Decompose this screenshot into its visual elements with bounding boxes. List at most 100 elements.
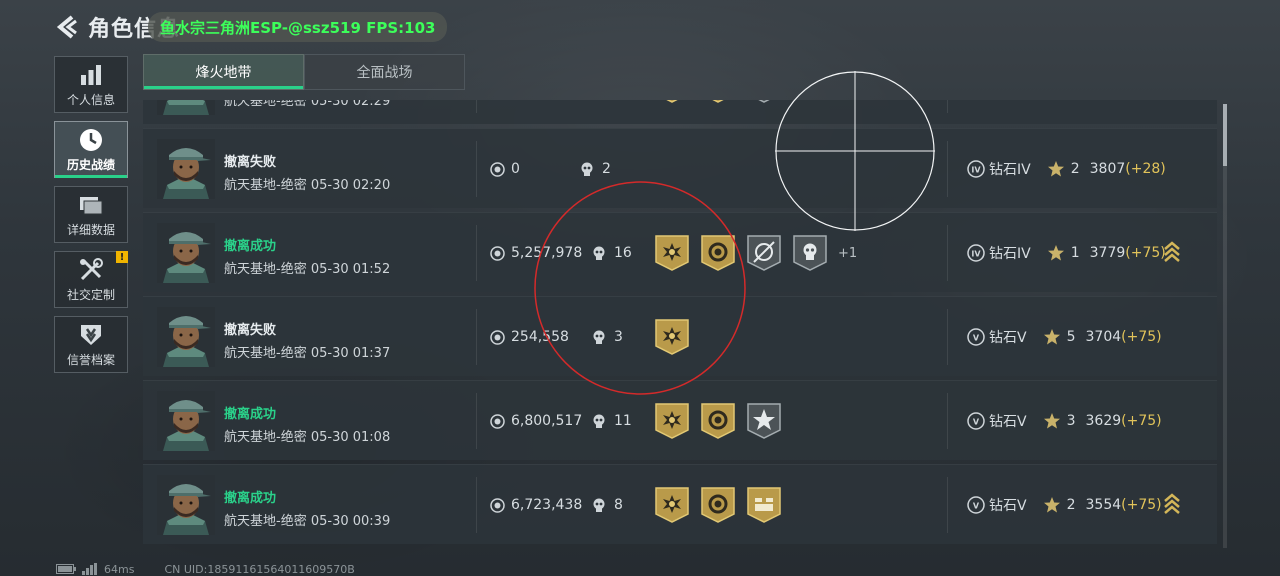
avatar	[157, 223, 215, 283]
gold-crate-medal-icon[interactable]	[746, 486, 782, 524]
map-and-time: 航天基地-绝密 05-30 00:39	[224, 510, 390, 529]
kills-number: 3	[614, 329, 623, 345]
row-divider	[476, 477, 477, 533]
row-divider	[476, 309, 477, 365]
gold-ring-medal-icon[interactable]	[700, 100, 736, 104]
nav-item-social-custom[interactable]: ! 社交定制	[54, 251, 128, 308]
uid-text: CN UID:18591161564011609570B	[164, 562, 355, 576]
tab-hazard-ops[interactable]: 烽火地带	[143, 54, 304, 90]
loot-value: 4,467,270	[490, 100, 582, 125]
nav-item-credit-record[interactable]: 信誉档案	[54, 316, 128, 373]
match-time: 05-30 02:20	[310, 178, 391, 193]
nav-item-detailed-data[interactable]: 详细数据	[54, 186, 128, 243]
gold-ring-medal-icon[interactable]	[700, 402, 736, 440]
status-footer: 64ms CN UID:18591161564011609570B	[56, 562, 355, 576]
kill-count: 16	[592, 213, 632, 293]
medal-list: +1	[654, 233, 857, 273]
map-name: 航天基地-绝密	[224, 346, 307, 361]
medal-list	[654, 485, 792, 525]
nav-item-match-history[interactable]: 历史战绩	[54, 121, 128, 178]
rank-name: 钻石IV	[989, 246, 1031, 262]
kills-number: 16	[614, 245, 632, 261]
signal-icon	[82, 563, 97, 575]
gold-burst-medal-icon[interactable]	[654, 486, 690, 524]
match-row[interactable]: 撤离失败 航天基地-绝密 05-30 02:20 0 2 IV 钻石IV 2 3…	[143, 128, 1217, 208]
gold-burst-medal-icon[interactable]	[654, 100, 690, 104]
nav-label: 个人信息	[66, 92, 115, 107]
loot-amount: 6,800,517	[511, 413, 583, 429]
alert-badge: !	[116, 251, 128, 263]
map-and-time: 航天基地-绝密 05-30 01:52	[224, 258, 390, 277]
gold-burst-medal-icon[interactable]	[654, 402, 690, 440]
map-name: 航天基地-绝密	[224, 262, 307, 277]
row-divider	[947, 225, 948, 281]
tools-icon	[80, 257, 103, 280]
battery-icon	[56, 564, 76, 574]
loot-value: 6,800,517	[490, 381, 582, 461]
row-divider	[947, 309, 948, 365]
silver-star-medal-icon[interactable]	[746, 402, 782, 440]
avatar	[157, 307, 215, 367]
rank-tier-icon: IV	[967, 160, 985, 178]
star-icon	[1043, 413, 1060, 429]
star-icon	[1047, 245, 1064, 261]
match-row[interactable]: 撤离成功 航天基地-绝密 05-30 00:39 6,723,438 8 V 钻…	[143, 464, 1217, 544]
star-icon	[1043, 329, 1060, 345]
rank-info: IV 钻石IV 1 3779 (+75)	[967, 213, 1166, 293]
gold-ring-medal-icon[interactable]	[700, 234, 736, 272]
coin-icon	[490, 245, 505, 261]
kill-count: 8	[592, 465, 623, 545]
star-count: 2	[1070, 161, 1080, 177]
row-divider	[947, 393, 948, 449]
avatar	[157, 139, 215, 199]
gold-burst-medal-icon[interactable]	[654, 318, 690, 356]
rank-tier-icon: IV	[967, 244, 985, 262]
gold-ring-medal-icon[interactable]	[700, 486, 736, 524]
more-medals-count[interactable]: +1	[838, 246, 857, 261]
row-divider	[476, 141, 477, 197]
row-divider	[947, 477, 948, 533]
rank-tier-text: IV	[971, 250, 981, 259]
bar-chart-icon	[81, 64, 101, 85]
row-divider	[476, 393, 477, 449]
back-button[interactable]	[54, 13, 80, 41]
kills-number: 11	[614, 413, 632, 429]
nav-item-personal-info[interactable]: 个人信息	[54, 56, 128, 113]
extraction-result: 撤离失败	[224, 155, 277, 170]
rank-score: 3554	[1085, 497, 1122, 513]
score-delta: (+75)	[1121, 413, 1162, 429]
match-row[interactable]: 撤离成功 航天基地-绝密 05-30 01:08 6,800,517 11 V …	[143, 380, 1217, 460]
esp-fps-overlay: 鱼水宗三角洲ESP-@ssz519 FPS:103	[148, 12, 448, 42]
scrollbar-thumb[interactable]	[1223, 104, 1227, 166]
rank-info: V 钻石V 3 3629 (+75)	[967, 381, 1162, 461]
match-history-list[interactable]: 撤离成功 航天基地-绝密 05-30 02:29 4,467,270 4	[143, 100, 1217, 552]
silver-crosshair-medal-icon[interactable]	[746, 234, 782, 272]
extraction-result: 撤离成功	[224, 407, 277, 422]
score-delta: (+28)	[1125, 161, 1166, 177]
rank-score: 3629	[1085, 413, 1122, 429]
silver-skull-medal-icon[interactable]	[792, 234, 828, 272]
skull-icon	[593, 498, 605, 512]
match-row[interactable]: 撤离成功 航天基地-绝密 05-30 01:52 5,257,978 16 +1…	[143, 212, 1217, 292]
match-row[interactable]: 撤离失败 航天基地-绝密 05-30 01:37 254,558 3 V 钻石V…	[143, 296, 1217, 376]
row-divider	[947, 100, 948, 113]
silver-helmet-medal-icon[interactable]	[746, 100, 782, 104]
map-name: 航天基地-绝密	[224, 430, 307, 445]
rank-info: V 钻石V 5 3704 (+75)	[967, 297, 1162, 377]
medal-list	[654, 100, 792, 105]
map-and-time: 航天基地-绝密 05-30 02:29	[224, 100, 390, 109]
rank-score: 3704	[1085, 329, 1122, 345]
rank-tier-text: IV	[971, 166, 981, 175]
nav-label: 社交定制	[66, 287, 115, 302]
match-time: 05-30 01:52	[310, 262, 391, 277]
avatar	[157, 100, 215, 115]
gold-burst-medal-icon[interactable]	[654, 234, 690, 272]
rank-tier-icon: V	[967, 328, 985, 346]
side-nav: 个人信息 历史战绩 详细数据 ! 社交定制 信誉档案	[54, 56, 128, 381]
match-row[interactable]: 撤离成功 航天基地-绝密 05-30 02:29 4,467,270 4	[143, 100, 1217, 124]
tab-full-battle[interactable]: 全面战场	[304, 54, 465, 90]
coin-icon	[490, 161, 505, 177]
skull-icon	[593, 414, 605, 428]
extraction-result: 撤离失败	[224, 323, 277, 338]
scrollbar[interactable]	[1223, 104, 1227, 548]
